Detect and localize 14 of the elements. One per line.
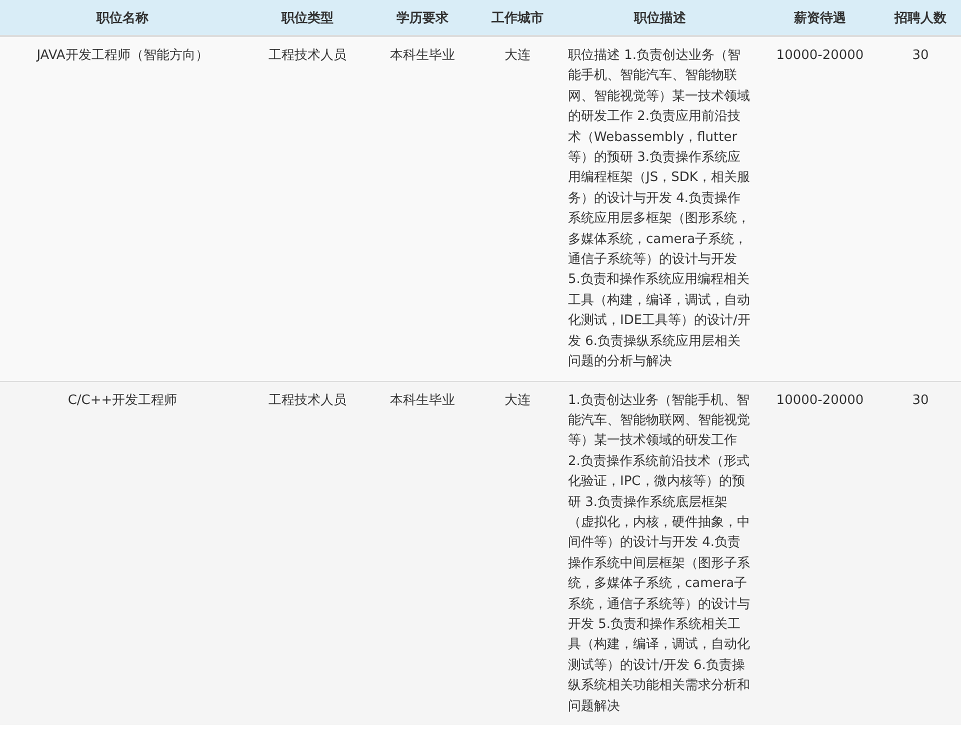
table-cell: 大连 — [504, 48, 530, 63]
table-cell: 10000-20000 — [776, 392, 864, 408]
table-cell: C/C++开发工程师 — [68, 392, 178, 408]
table-cell: 工程技术人员 — [268, 48, 346, 63]
table-cell: 30 — [912, 48, 929, 63]
table-cell: 职位描述 1.负责创达业务（智能手机、智能汽车、智能物联网、智能视觉等）某一技术领域的研发工作 2.负责应用前沿技术（Webassembly，flutter等）的预研 3.负责操作系统应用编程框架（JS，SDK，相关服务）的设计与开发 4.负责操作系统应用层多框架（图形系统，多媒体系统，camera子系统，通信子系统等）的设计与开发 5.负责和操作系统应用编程相关工具（构建，编译，调试，自动化测试，IDE工具等）的设计/开发 6.负责操纵系统应用层相关问题的分析与解决 — [568, 48, 750, 370]
table-cell: 工程技术人员 — [268, 392, 346, 408]
table-cell: 本科生毕业 — [390, 392, 455, 408]
table-cell: 本科生毕业 — [390, 48, 455, 63]
table-cell: 10000-20000 — [776, 48, 864, 63]
table-cell: JAVA开发工程师（智能方向） — [36, 48, 208, 63]
table-cell: 30 — [912, 392, 929, 408]
table-cell: 1.负责创达业务（智能手机、智能汽车、智能物联网、智能视觉等）某一技术领域的研发工作 2.负责操作系统前沿技术（形式化验证，IPC，微内核等）的预研 3.负责操作系统底层框架（虚拟化，内核，硬件抽象，中间件等）的设计与开发 4.负责操作系统中间层框架（图形子系统，多媒体子系统，camera子系统，通信子系统等）的设计与开发 5.负责和操作系统相关工具（构建，编译，调试，自动化测试等）的设计/开发 6.负责操纵系统相关功能相关需求分析和问题解决 — [568, 392, 750, 714]
table-cell: 大连 — [504, 392, 530, 408]
